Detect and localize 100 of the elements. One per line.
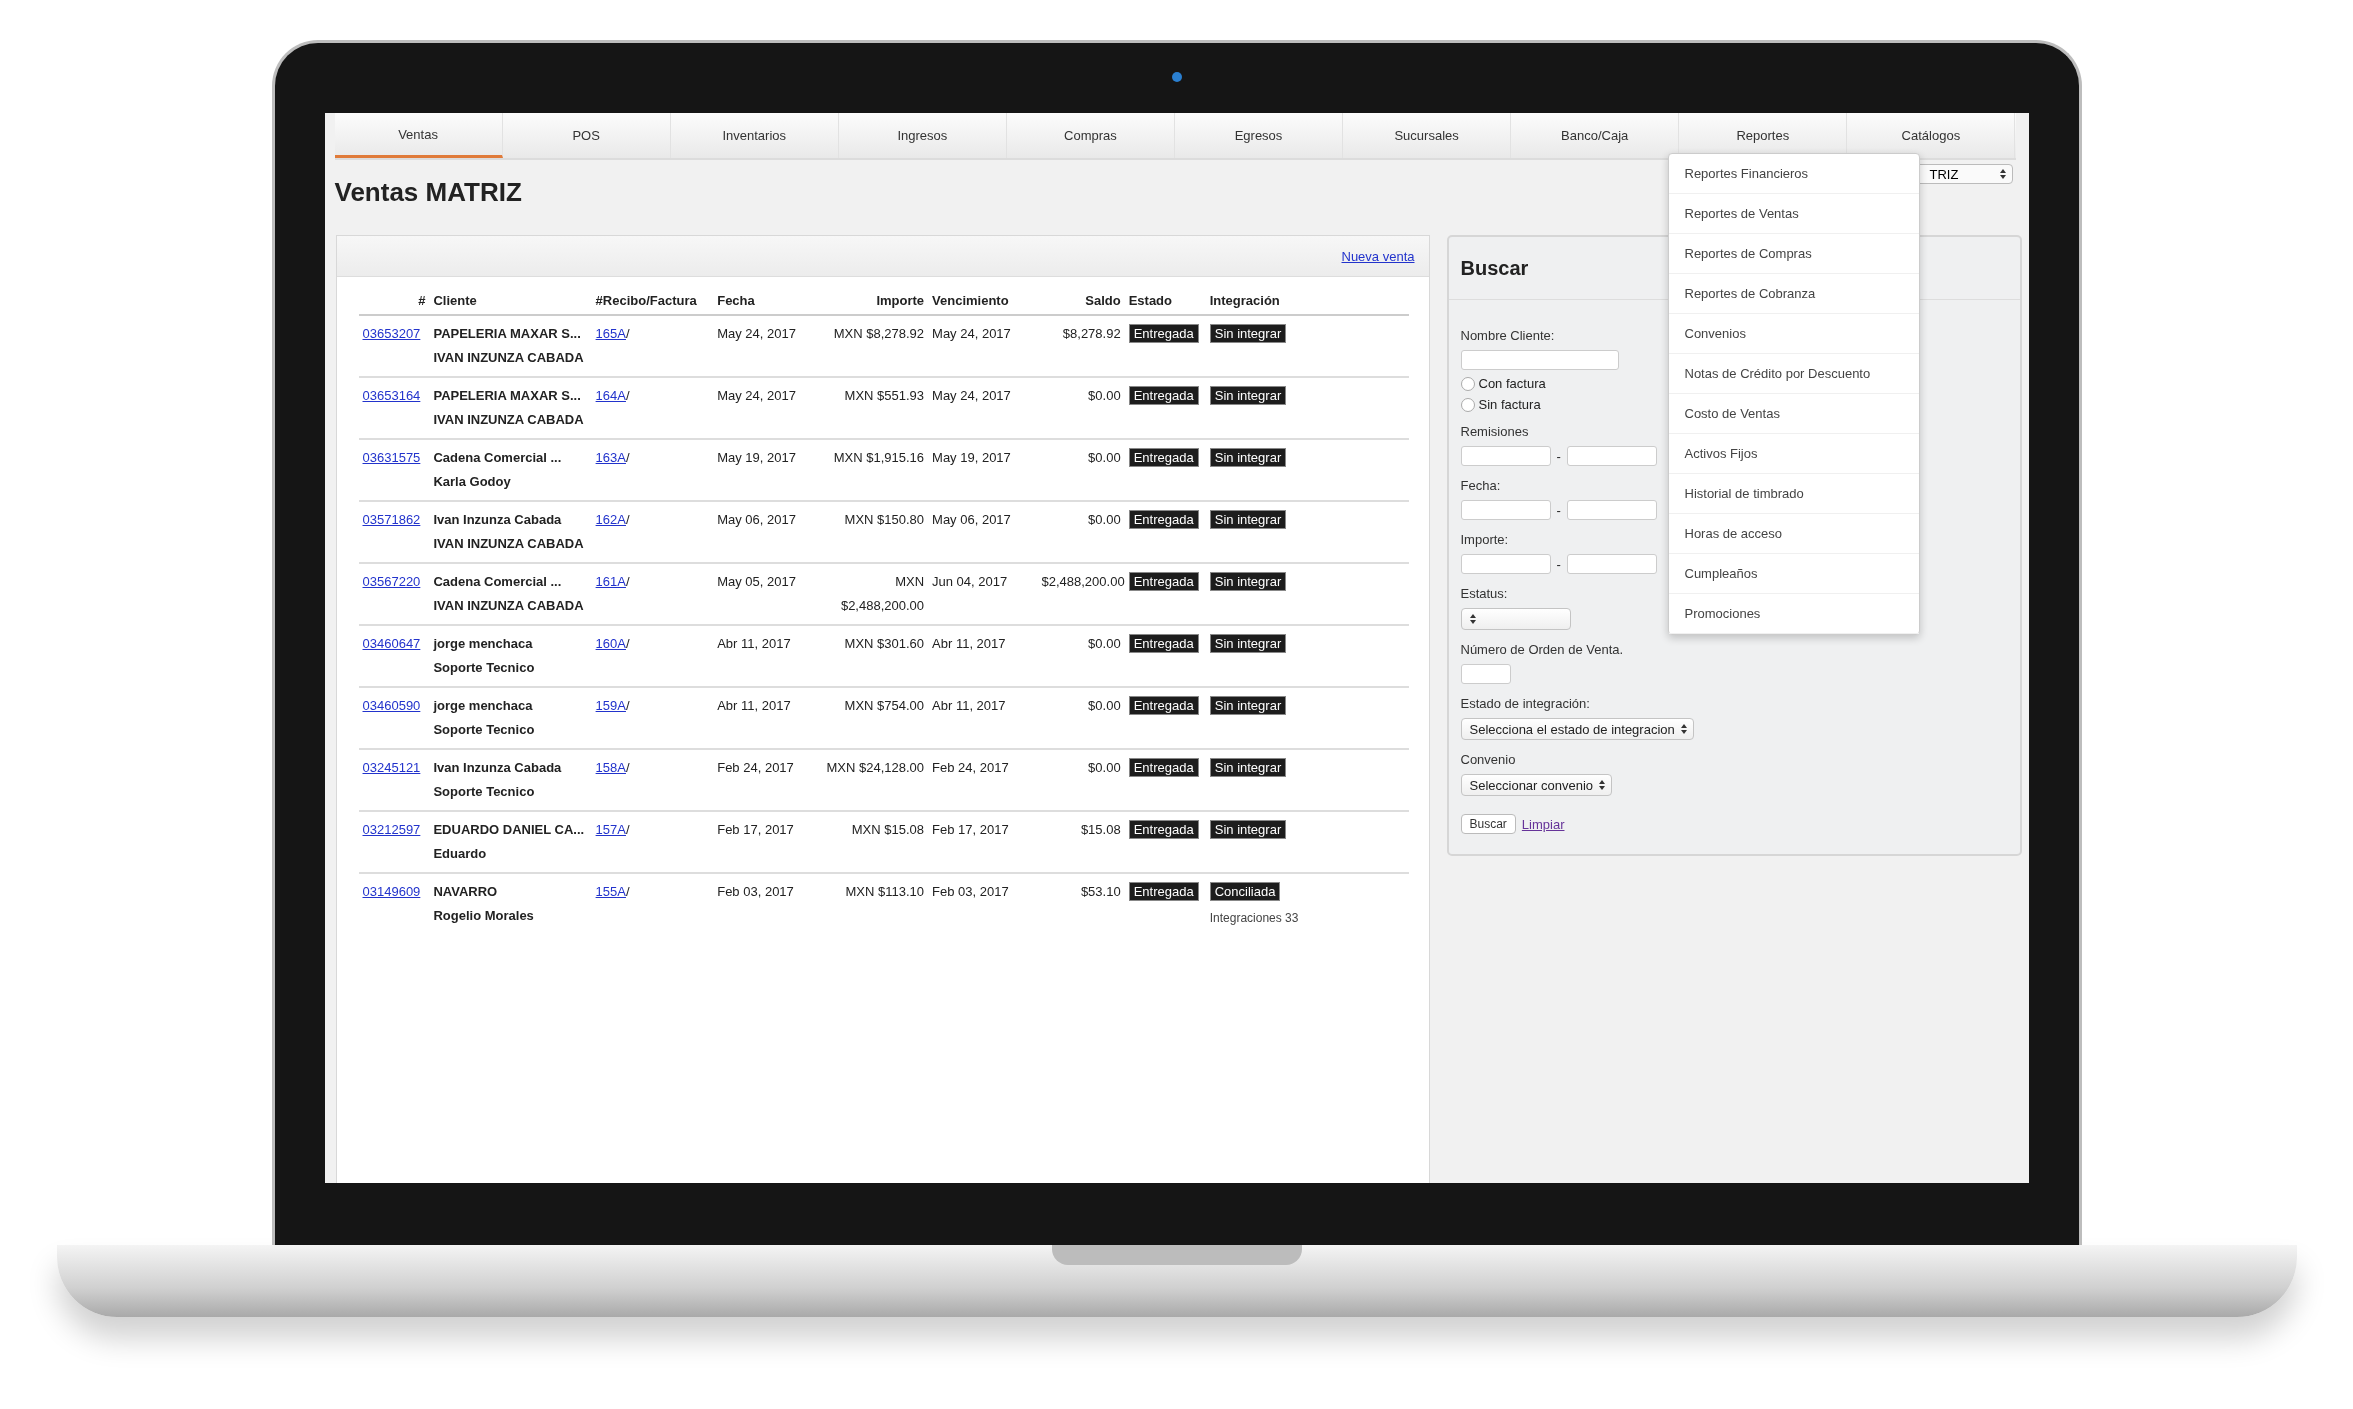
amount-cell: MXN $2,488,200.00 <box>814 563 929 625</box>
sale-id-link[interactable]: 03245121 <box>362 760 421 775</box>
select-field[interactable]: Seleccionar convenio <box>1460 774 1613 796</box>
receipt-link[interactable]: 160A <box>595 636 626 651</box>
clear-link[interactable]: Limpiar <box>1521 816 1565 832</box>
receipt-link[interactable]: 162A <box>595 512 626 527</box>
column-header: Estado <box>1124 287 1206 315</box>
amount-cell: MXN $24,128.00 <box>814 749 929 811</box>
integration-badge: Sin integrar <box>1209 448 1287 467</box>
nav-tab[interactable]: Ingresos <box>838 113 1007 158</box>
receipt-separator: / <box>625 822 630 837</box>
client-name: IVAN INZUNZA CABADA <box>433 535 585 553</box>
date-cell: May 05, 2017 <box>713 563 815 625</box>
integrations-count: Integraciones 33 <box>1209 910 1300 927</box>
receipt-link[interactable]: 159A <box>595 698 626 713</box>
client-name: jorge menchaca <box>433 697 534 715</box>
client-name: Cadena Comercial ... <box>433 573 563 591</box>
nav-tab[interactable]: Egresos <box>1174 113 1344 158</box>
date-cell: May 06, 2017 <box>713 501 815 563</box>
due-date-cell: Abr 11, 2017 <box>928 625 1038 687</box>
input-field[interactable] <box>1566 500 1657 520</box>
receipt-separator: / <box>625 512 630 527</box>
balance-cell: $8,278.92 <box>1037 315 1125 377</box>
receipt-link[interactable]: 161A <box>595 574 626 589</box>
status-badge: Entregada <box>1128 820 1199 839</box>
input-field[interactable] <box>1566 446 1657 466</box>
sale-id-link[interactable]: 03460590 <box>362 698 421 713</box>
radio-button[interactable] <box>1460 376 1475 391</box>
due-date-cell: May 06, 2017 <box>928 501 1038 563</box>
sale-id-link[interactable]: 03460647 <box>362 636 421 651</box>
amount-cell: MXN $113.10 <box>814 873 929 936</box>
nav-tab[interactable]: Sucursales <box>1343 113 1512 158</box>
status-badge: Entregada <box>1128 882 1199 901</box>
integration-badge: Sin integrar <box>1209 634 1287 653</box>
receipt-link[interactable]: 155A <box>595 884 626 899</box>
input-field[interactable] <box>1460 350 1619 370</box>
client-name: Rogelio Morales <box>433 907 535 925</box>
radio-label: Con factura <box>1478 376 1546 391</box>
balance-cell: $0.00 <box>1037 687 1125 749</box>
amount-cell: MXN $754.00 <box>814 687 929 749</box>
sale-id-link[interactable]: 03631575 <box>362 450 421 465</box>
due-date-cell: May 24, 2017 <box>928 315 1038 377</box>
input-field[interactable] <box>1566 554 1657 574</box>
nav-tab[interactable]: Inventarios <box>670 113 839 158</box>
menu-item[interactable]: Reportes Financieros <box>1668 154 1919 194</box>
sale-id-link[interactable]: 03571862 <box>362 512 421 527</box>
client-name: IVAN INZUNZA CABADA <box>433 597 585 615</box>
date-cell: May 19, 2017 <box>713 439 815 501</box>
menu-item[interactable]: Reportes de Ventas <box>1668 194 1919 234</box>
status-badge: Entregada <box>1128 696 1199 715</box>
amount-cell: MXN $1,915.16 <box>814 439 929 501</box>
input-field[interactable] <box>1460 446 1551 466</box>
due-date-cell: Feb 17, 2017 <box>928 811 1038 873</box>
receipt-separator: / <box>625 636 630 651</box>
due-date-cell: Feb 24, 2017 <box>928 749 1038 811</box>
due-date-cell: May 24, 2017 <box>928 377 1038 439</box>
receipt-link[interactable]: 158A <box>595 760 626 775</box>
select-arrows-icon <box>1680 723 1687 735</box>
sale-id-link[interactable]: 03653207 <box>362 326 421 341</box>
integration-badge: Sin integrar <box>1209 758 1287 777</box>
sale-id-link[interactable]: 03212597 <box>362 822 421 837</box>
nav-tab[interactable]: Compras <box>1006 113 1175 158</box>
client-name: NAVARRO <box>433 883 499 901</box>
receipt-link[interactable]: 157A <box>595 822 626 837</box>
integration-badge: Sin integrar <box>1209 324 1287 343</box>
due-date-cell: Feb 03, 2017 <box>928 873 1038 936</box>
select-field[interactable]: Selecciona el estado de integracion <box>1460 718 1694 740</box>
receipt-separator: / <box>625 574 630 589</box>
input-field[interactable] <box>1460 664 1511 684</box>
radio-button[interactable] <box>1460 397 1475 412</box>
nav-tab[interactable]: Ventas <box>334 113 503 158</box>
balance-cell: $0.00 <box>1037 377 1125 439</box>
field-label: Estado de integración: <box>1460 696 1590 711</box>
amount-cell: MXN $150.80 <box>814 501 929 563</box>
client-name: Karla Godoy <box>433 473 512 491</box>
input-field[interactable] <box>1460 500 1551 520</box>
balance-cell: $15.08 <box>1037 811 1125 873</box>
select-arrows-icon <box>1469 613 1476 625</box>
select-field[interactable] <box>1460 608 1571 630</box>
new-sale-link[interactable]: Nueva venta <box>1341 248 1415 264</box>
receipt-separator: / <box>625 884 630 899</box>
field-label: Fecha: <box>1460 478 1501 493</box>
column-header: Cliente <box>429 287 592 315</box>
balance-cell: $0.00 <box>1037 439 1125 501</box>
search-button[interactable]: Buscar <box>1460 814 1516 834</box>
status-badge: Entregada <box>1128 386 1199 405</box>
select-arrows-icon <box>1599 779 1606 791</box>
column-header: Fecha <box>713 287 815 315</box>
sale-id-link[interactable]: 03149609 <box>362 884 421 899</box>
sale-id-link[interactable]: 03653164 <box>362 388 421 403</box>
input-field[interactable] <box>1460 554 1551 574</box>
amount-cell: MXN $8,278.92 <box>814 315 929 377</box>
status-badge: Entregada <box>1128 572 1199 591</box>
receipt-link[interactable]: 165A <box>595 326 626 341</box>
nav-tab[interactable]: POS <box>502 113 671 158</box>
receipt-link[interactable]: 163A <box>595 450 626 465</box>
column-header: Vencimiento <box>928 287 1038 315</box>
receipt-link[interactable]: 164A <box>595 388 626 403</box>
status-badge: Entregada <box>1128 634 1199 653</box>
sale-id-link[interactable]: 03567220 <box>362 574 421 589</box>
